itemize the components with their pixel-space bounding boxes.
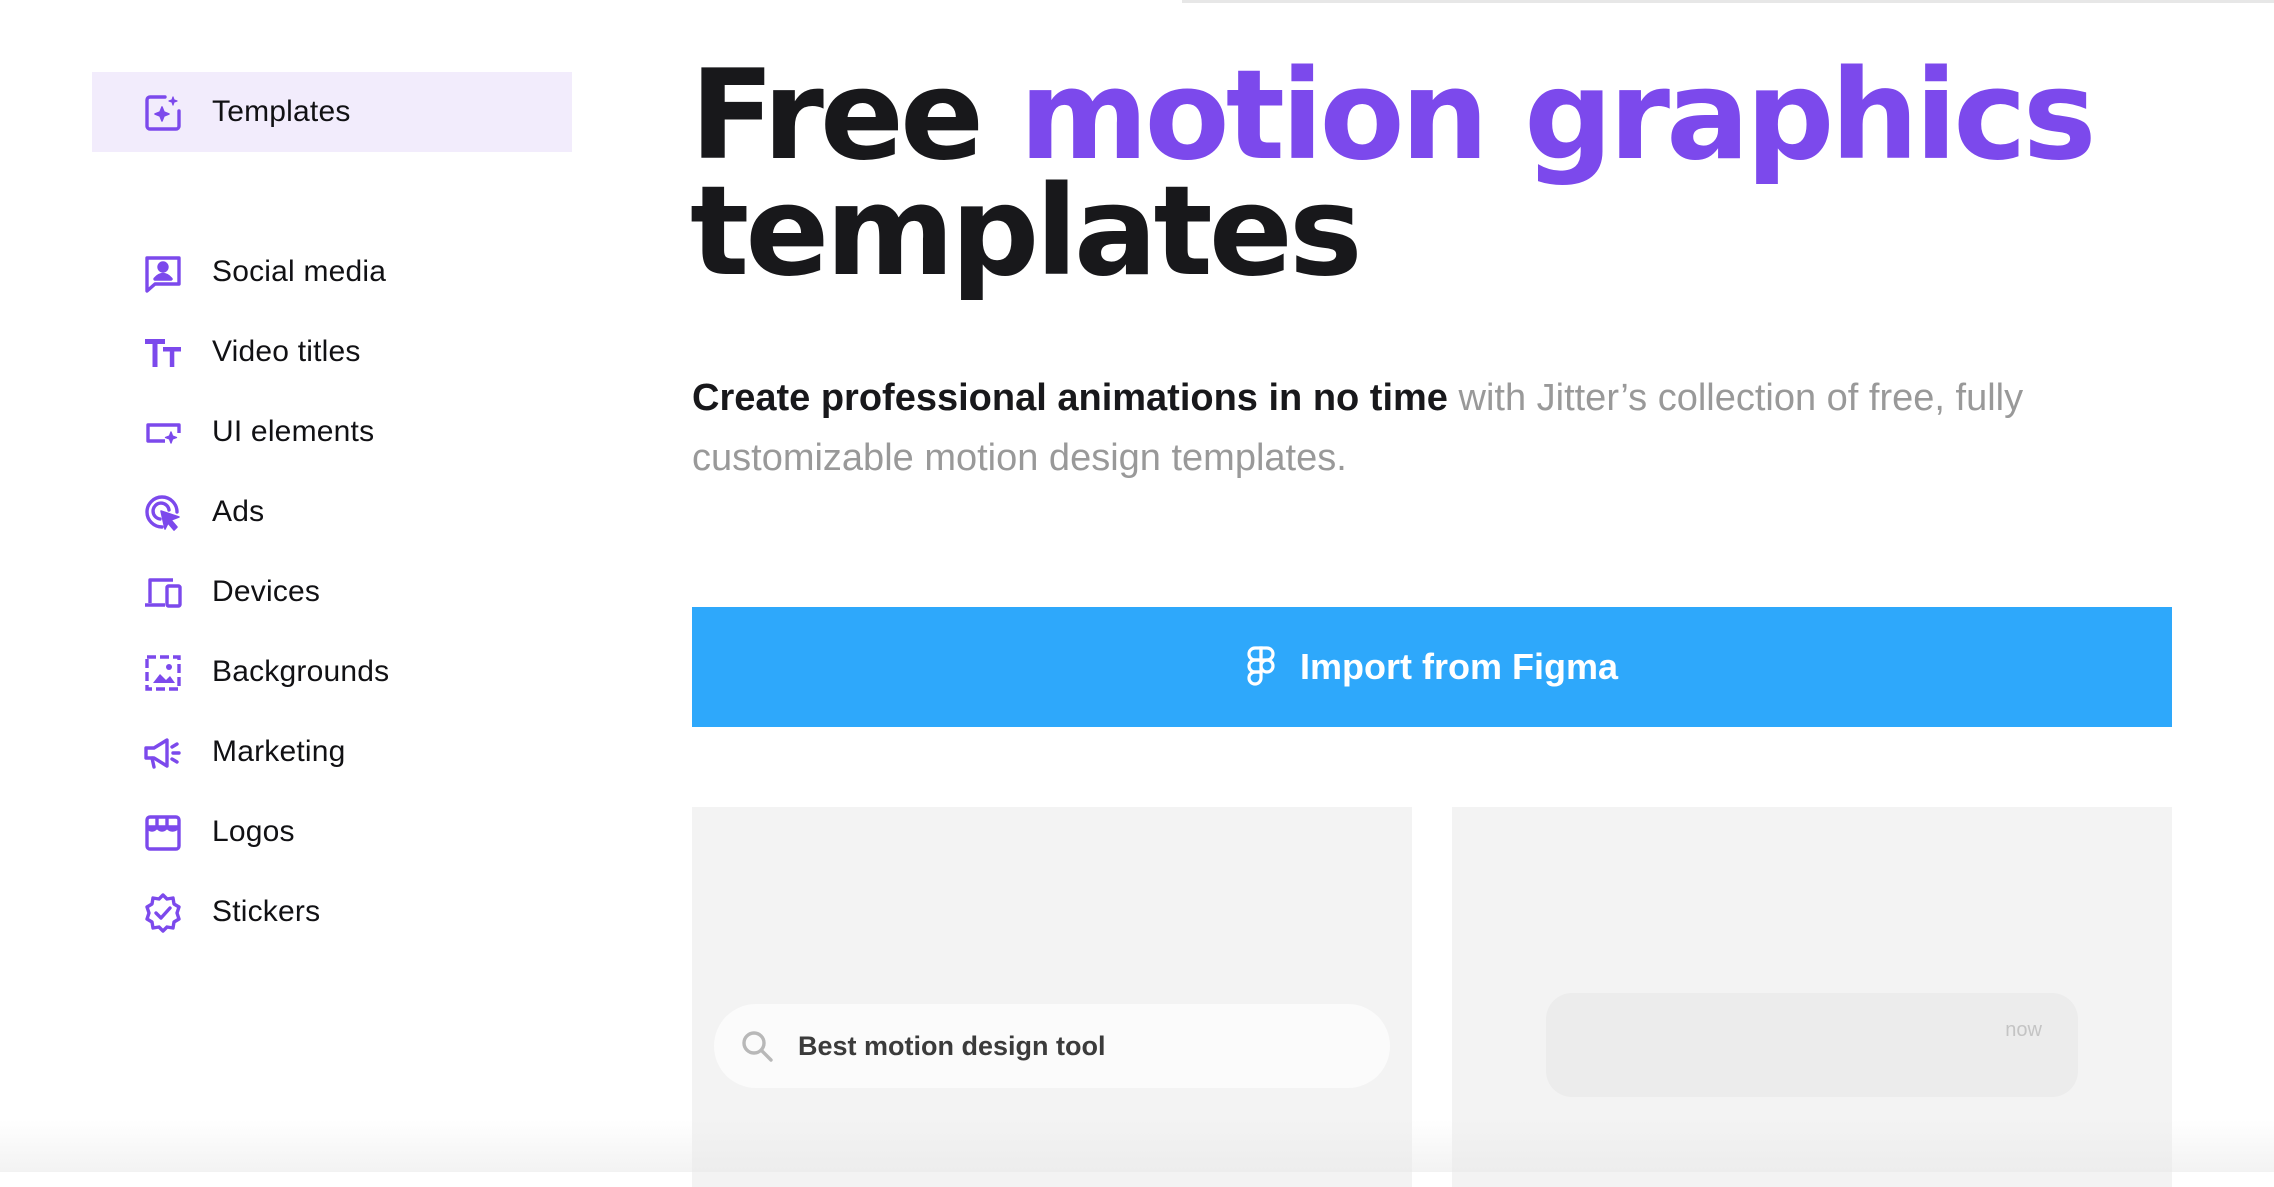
notification-preview: now <box>1546 993 2078 1097</box>
sidebar-item-label: Marketing <box>212 735 346 768</box>
sidebar-item-ads[interactable]: Ads <box>92 472 572 552</box>
sidebar-item-logos[interactable]: Logos <box>92 792 572 872</box>
notification-timestamp: now <box>2005 1019 2042 1041</box>
sidebar-item-social-media[interactable]: Social media <box>92 232 572 312</box>
storefront-icon <box>142 812 184 854</box>
image-frame-icon <box>142 652 184 694</box>
sidebar-item-backgrounds[interactable]: Backgrounds <box>92 632 572 712</box>
sparkle-square-icon <box>142 92 184 134</box>
sidebar-item-stickers[interactable]: Stickers <box>92 872 572 952</box>
sidebar-item-devices[interactable]: Devices <box>92 552 572 632</box>
sidebar-item-label: UI elements <box>212 415 375 448</box>
page-title: Free motion graphics templates <box>690 54 2190 294</box>
search-preview-text: Best motion design tool <box>798 1030 1106 1061</box>
chat-user-icon <box>142 252 184 294</box>
sidebar-item-label: Backgrounds <box>212 655 390 688</box>
sidebar-item-video-titles[interactable]: Video titles <box>92 312 572 392</box>
template-card-notification[interactable]: now <box>1452 807 2172 1187</box>
template-card-search[interactable]: Best motion design tool <box>692 807 1412 1187</box>
sidebar-item-templates[interactable]: Templates <box>92 72 572 152</box>
category-list: Social media Video titles UI elements Ad… <box>92 232 572 952</box>
import-from-figma-button[interactable]: Import from Figma <box>692 607 2172 727</box>
ui-button-sparkle-icon <box>142 412 184 454</box>
page-subtitle: Create professional animations in no tim… <box>692 368 2222 488</box>
sidebar-item-label: Stickers <box>212 895 321 928</box>
sidebar-item-label: Ads <box>212 495 265 528</box>
text-size-icon <box>142 332 184 374</box>
figma-icon <box>1247 646 1275 686</box>
top-divider <box>1182 0 2274 3</box>
sidebar-item-label: Social media <box>212 255 387 288</box>
sidebar-item-marketing[interactable]: Marketing <box>92 712 572 792</box>
target-cursor-icon <box>142 492 184 534</box>
sidebar-item-ui-elements[interactable]: UI elements <box>92 392 572 472</box>
badge-check-icon <box>142 892 184 934</box>
search-icon <box>742 1031 773 1062</box>
title-part-2: templates <box>690 160 1363 304</box>
subtitle-strong: Create professional animations in no tim… <box>692 377 1448 419</box>
sidebar-item-label: Logos <box>212 815 295 848</box>
search-preview: Best motion design tool <box>714 1004 1390 1088</box>
devices-icon <box>142 572 184 614</box>
megaphone-icon <box>142 732 184 774</box>
import-button-label: Import from Figma <box>1299 646 1618 687</box>
sidebar-item-label: Devices <box>212 575 321 608</box>
sidebar: Templates Social media Video titles UI e… <box>92 72 572 952</box>
sidebar-item-label: Video titles <box>212 335 361 368</box>
sidebar-item-label: Templates <box>212 95 351 128</box>
